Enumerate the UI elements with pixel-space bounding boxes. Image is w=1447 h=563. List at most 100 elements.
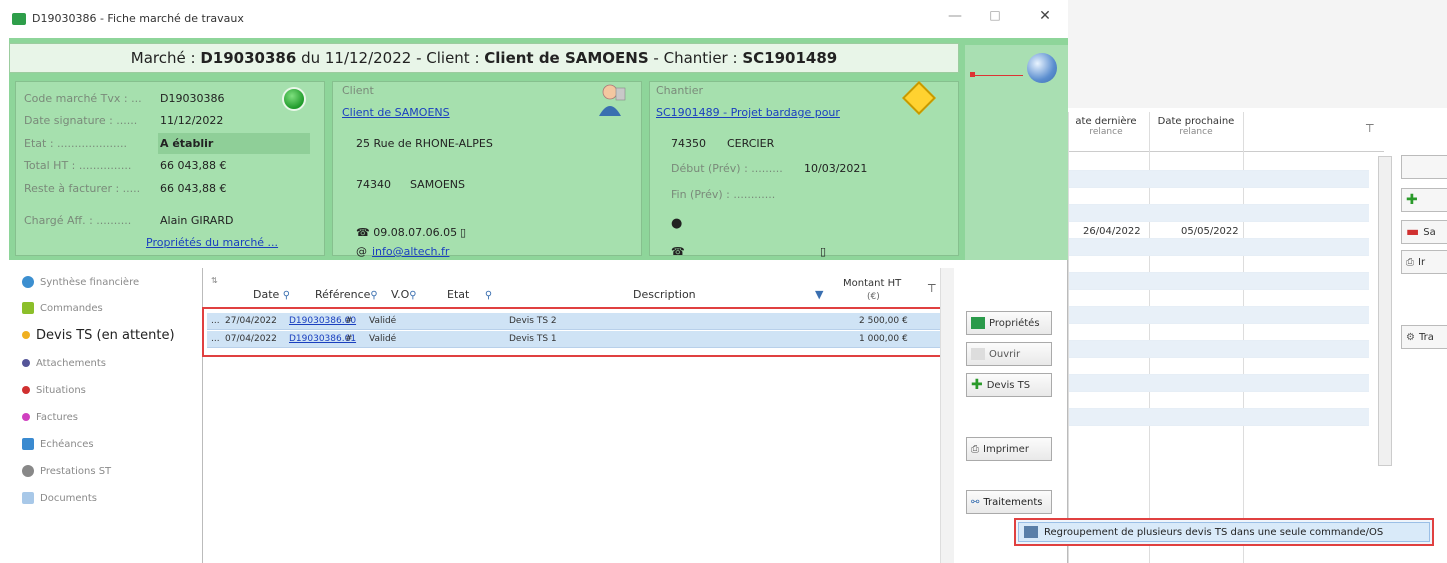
table-row[interactable] [1069, 324, 1369, 341]
table-row[interactable] [1069, 273, 1369, 290]
filter-icon[interactable]: ▼ [815, 288, 823, 301]
properties-icon [971, 317, 985, 329]
table-row[interactable] [1069, 307, 1369, 324]
marker-line [971, 75, 1023, 76]
link-icon: ⚯ [971, 496, 980, 508]
banner-marche-label: Marché : [130, 49, 201, 67]
sidebar-item-prestations[interactable]: Prestations ST [22, 461, 111, 481]
sidebar-item-label: Documents [40, 492, 98, 504]
sort-icon[interactable]: ⇅ [211, 276, 218, 285]
mobile-icon: ▯ [820, 245, 827, 258]
table-row[interactable] [1069, 290, 1369, 307]
client-contact-icon[interactable] [596, 82, 626, 118]
column-amount[interactable]: Montant HT [843, 278, 901, 289]
client-phone: ☎ 09.08.07.06.05 [356, 226, 458, 239]
background-remove-button[interactable]: ▬ Sa [1401, 220, 1447, 244]
invoice-icon [22, 413, 30, 421]
column-settings-icon[interactable]: ⊤ [927, 282, 937, 295]
filter-icon[interactable]: ⊤ [1365, 122, 1375, 135]
menu-item-group-quotes[interactable]: Regroupement de plusieurs devis TS dans … [1044, 527, 1383, 538]
search-icon[interactable]: ⚲ [409, 290, 416, 301]
sidebar-item-devis-ts[interactable]: Devis TS (en attente) [22, 325, 175, 345]
client-name-link[interactable]: Client de SAMOENS [342, 106, 450, 119]
background-scrollbar[interactable] [1378, 156, 1392, 466]
signature-date-label: Date signature : ...... [24, 114, 138, 127]
sidebar-item-documents[interactable]: Documents [22, 488, 97, 508]
add-quote-button[interactable]: ✚ Devis TS [966, 373, 1052, 397]
column-date-label: Date [253, 288, 280, 301]
contract-properties-link[interactable]: Propriétés du marché ... [146, 236, 278, 249]
column-reference[interactable]: Référence⚲ [315, 288, 378, 301]
table-row[interactable] [1069, 205, 1369, 222]
column-next-reminder[interactable]: Date prochaine relance [1157, 116, 1235, 138]
column-last-reminder[interactable]: ate dernière relance [1071, 116, 1141, 138]
maximize-button[interactable]: □ [980, 8, 1010, 22]
quote-icon [22, 331, 30, 339]
background-treatments-button[interactable]: ⚙ Tra [1401, 325, 1447, 349]
status-indicator-icon [282, 87, 306, 111]
grid-scrollbar[interactable] [940, 268, 954, 563]
email-icon: @ [356, 245, 367, 258]
minus-icon: ▬ [1406, 224, 1420, 240]
background-print-button[interactable]: ⎙ Ir [1401, 250, 1447, 274]
sidebar-item-label: Synthèse financière [40, 276, 140, 288]
manager-label: Chargé Aff. : .......... [24, 214, 132, 227]
minimize-button[interactable]: — [940, 8, 970, 24]
table-row[interactable] [1069, 341, 1369, 358]
contract-code-value: D19030386 [160, 92, 225, 105]
column-amount-unit: (€) [867, 292, 880, 302]
background-add-button[interactable]: ✚ [1401, 188, 1447, 212]
site-heading: Chantier [656, 84, 704, 97]
table-row[interactable] [1069, 375, 1369, 392]
search-icon[interactable]: ⚲ [370, 290, 377, 301]
globe-icon[interactable] [1027, 53, 1057, 83]
total-value: 66 043,88 € [160, 159, 227, 172]
printer-icon: ⎙ [971, 443, 979, 455]
sidebar-item-echeances[interactable]: Echéances [22, 434, 94, 454]
column-vo[interactable]: V.O⚲ [391, 288, 417, 301]
table-row[interactable] [1069, 392, 1369, 409]
sidebar-item-commandes[interactable]: Commandes [22, 298, 103, 318]
background-print-label: Ir [1418, 256, 1426, 268]
sidebar-item-attachements[interactable]: Attachements [22, 353, 106, 373]
sidebar-item-situations[interactable]: Situations [22, 380, 86, 400]
background-treatments-label: Tra [1418, 331, 1434, 343]
table-row[interactable] [1069, 358, 1369, 375]
site-name-link[interactable]: SC1901489 - Projet bardage pour [656, 106, 840, 119]
close-button[interactable]: ✕ [1030, 8, 1060, 24]
open-button[interactable]: Ouvrir [966, 342, 1052, 366]
open-button-label: Ouvrir [989, 348, 1021, 360]
table-row[interactable] [1069, 239, 1369, 256]
main-window: D19030386 - Fiche marché de travaux — □ … [0, 0, 1068, 563]
column-description[interactable]: Description [633, 288, 696, 301]
gear-icon [22, 465, 34, 477]
background-grid: ate dernière relance Date prochaine rela… [1068, 112, 1392, 563]
banner-chantier-label: - Chantier : [648, 49, 743, 67]
sidebar-item-synthese[interactable]: Synthèse financière [22, 272, 139, 292]
table-row[interactable] [1069, 256, 1369, 273]
mobile-icon: ▯ [460, 226, 467, 239]
plus-icon: ✚ [971, 377, 983, 393]
phone-icon: ☎ [671, 245, 685, 258]
client-email-link[interactable]: info@altech.fr [372, 245, 449, 258]
table-row[interactable] [1069, 154, 1369, 171]
open-icon [971, 348, 985, 360]
grid-header: ⇅ Date ⚲ Référence⚲ V.O⚲ Etat ⚲ Descript… [203, 268, 955, 308]
print-button[interactable]: ⎙ Imprimer [966, 437, 1052, 461]
client-postcode: 74340 [356, 178, 391, 191]
properties-button[interactable]: Propriétés [966, 311, 1052, 335]
table-row[interactable] [1069, 409, 1369, 426]
sidebar-item-factures[interactable]: Factures [22, 407, 78, 427]
table-row[interactable]: 26/04/2022 05/05/2022 [1069, 222, 1369, 239]
treatments-button[interactable]: ⚯ Traitements [966, 490, 1052, 514]
table-row[interactable] [1069, 188, 1369, 205]
plus-icon: ✚ [1406, 192, 1418, 208]
table-row[interactable] [1069, 171, 1369, 188]
search-icon[interactable]: ⚲ [283, 290, 290, 301]
situation-icon [22, 386, 30, 394]
search-icon[interactable]: ⚲ [485, 290, 492, 301]
site-city: CERCIER [727, 137, 775, 150]
column-date[interactable]: Date ⚲ [253, 288, 290, 301]
manager-value: Alain GIRARD [160, 214, 234, 227]
column-etat[interactable]: Etat ⚲ [447, 288, 492, 301]
